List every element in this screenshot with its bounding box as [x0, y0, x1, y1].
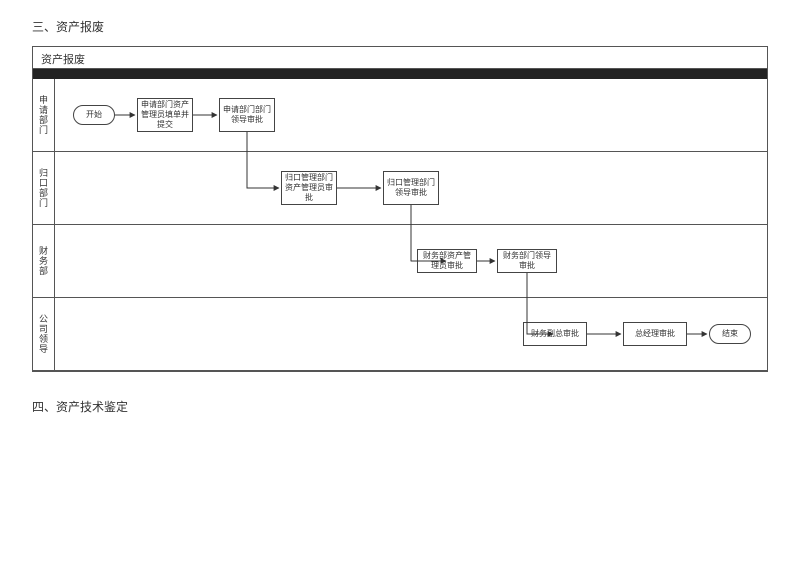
node-n1: 申请部门资产管理员填单并提交	[137, 98, 193, 132]
lane-company-leader: 公司领导 财务副总审批 总经理审批 结束	[33, 298, 767, 371]
node-end: 结束	[709, 324, 751, 344]
lane-label-1: 归口部门	[33, 152, 55, 224]
swimlane-diagram: 资产报废 申请部门 开始 申请部门资产管理员填单并提交 申请部门部门领导审批 归…	[32, 46, 768, 372]
lane-gate-dept: 归口部门 归口管理部门资产管理员审批 归口管理部门领导审批	[33, 152, 767, 225]
page: 三、资产报废 资产报废 申请部门 开始 申请部门资产管理员填单并提交 申请部门部…	[0, 0, 800, 566]
diagram-header-band	[33, 69, 767, 79]
section-heading-4: 四、资产技术鉴定	[32, 398, 128, 415]
lane-finance: 财务部 财务部资产管理员审批 财务部门领导审批	[33, 225, 767, 298]
lane-apply-dept: 申请部门 开始 申请部门资产管理员填单并提交 申请部门部门领导审批	[33, 79, 767, 152]
lane-label-0: 申请部门	[33, 79, 55, 151]
node-n8: 总经理审批	[623, 322, 687, 346]
node-n7: 财务副总审批	[523, 322, 587, 346]
node-n4: 归口管理部门领导审批	[383, 171, 439, 205]
node-n2: 申请部门部门领导审批	[219, 98, 275, 132]
lane-label-2: 财务部	[33, 225, 55, 297]
lane-label-3: 公司领导	[33, 298, 55, 370]
diagram-title: 资产报废	[33, 47, 767, 69]
swimlanes: 申请部门 开始 申请部门资产管理员填单并提交 申请部门部门领导审批 归口部门 归…	[33, 79, 767, 371]
node-n6: 财务部门领导审批	[497, 249, 557, 273]
node-n5: 财务部资产管理员审批	[417, 249, 477, 273]
node-n3: 归口管理部门资产管理员审批	[281, 171, 337, 205]
node-start: 开始	[73, 105, 115, 125]
section-heading-3: 三、资产报废	[32, 18, 104, 35]
